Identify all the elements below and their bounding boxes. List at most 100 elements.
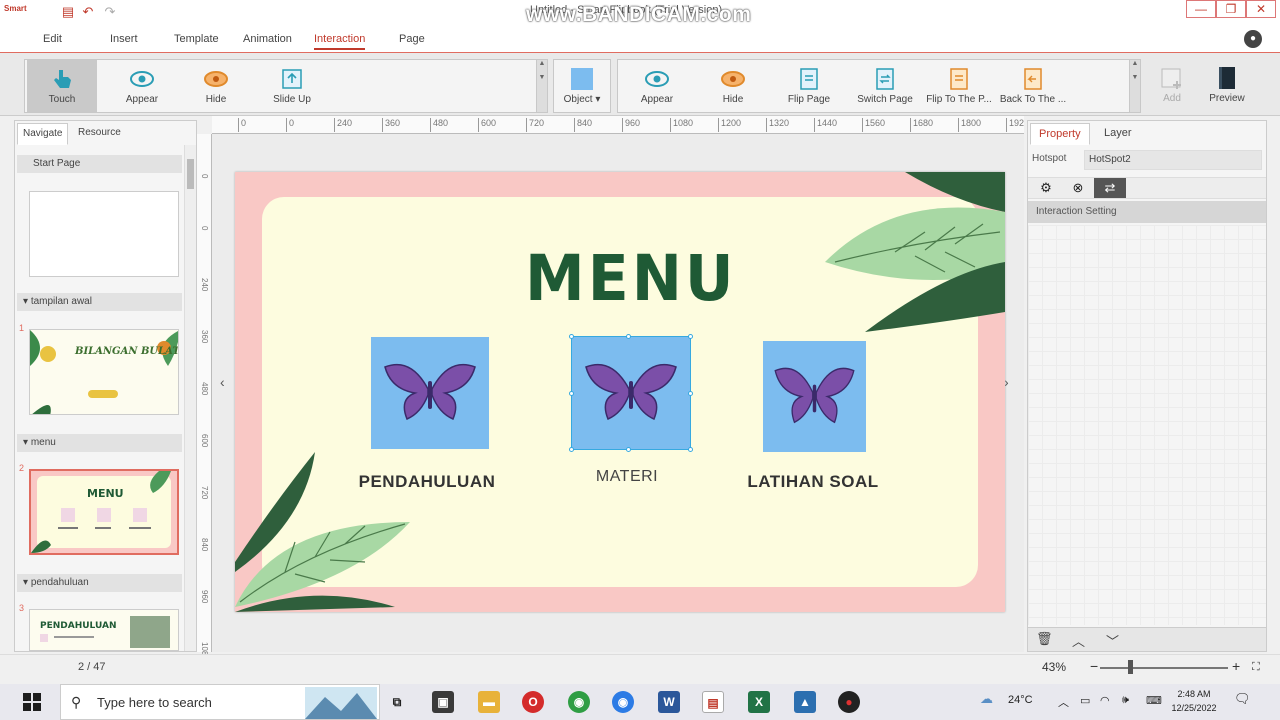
menu-insert[interactable]: Insert <box>110 33 138 45</box>
move-down-icon[interactable]: ﹀ <box>1106 631 1119 650</box>
delete-trash-icon[interactable]: 🗑 <box>1036 631 1053 647</box>
butterfly-icon <box>774 367 855 424</box>
touch-button[interactable]: Touch <box>27 60 97 112</box>
photos-icon[interactable]: ▲ <box>794 691 816 713</box>
start-page-thumbnail[interactable] <box>29 191 179 277</box>
resize-handle[interactable] <box>569 334 574 339</box>
resize-handle[interactable] <box>688 334 693 339</box>
resize-handle[interactable] <box>569 447 574 452</box>
opera-icon[interactable]: O <box>522 691 544 713</box>
interaction-setting-area[interactable] <box>1028 225 1266 625</box>
section-tampilan-awal[interactable]: ▾ tampilan awal <box>17 293 182 311</box>
save-icon[interactable]: ▤ <box>60 4 76 20</box>
zoom-out-icon[interactable]: − <box>1090 658 1098 674</box>
hide-button[interactable]: Hide <box>181 60 251 112</box>
maximize-button[interactable]: ❐ <box>1216 0 1246 18</box>
tray-chevron-icon[interactable]: ︿ <box>1058 694 1069 710</box>
hide-target-button[interactable]: Hide <box>698 60 768 112</box>
tab-navigate[interactable]: Navigate <box>17 123 69 145</box>
fit-screen-icon[interactable]: ⛶ <box>1252 661 1260 674</box>
resize-handle[interactable] <box>626 447 631 452</box>
undo-icon[interactable]: ↶ <box>80 4 96 20</box>
tray-network-icon[interactable]: ▭ <box>1080 694 1090 707</box>
close-button[interactable]: ✕ <box>1246 0 1276 18</box>
word-icon[interactable]: W <box>658 691 680 713</box>
camera-app-icon[interactable]: ▣ <box>432 691 454 713</box>
appear-button[interactable]: Appear <box>107 60 177 112</box>
tile-materi[interactable] <box>569 334 693 452</box>
notification-icon[interactable]: 🗨 <box>1234 691 1251 707</box>
tray-language-icon[interactable]: ⌨ <box>1146 694 1162 707</box>
tray-volume-icon[interactable]: 🕪 <box>1122 694 1129 707</box>
excel-icon[interactable]: X <box>748 691 770 713</box>
hotspot-name-field[interactable]: HotSpot2 <box>1084 150 1262 170</box>
zoom-in-icon[interactable]: + <box>1232 658 1240 674</box>
animation-icon[interactable]: ⊗ <box>1062 178 1094 198</box>
ribbon-group-page-actions: Appear Hide Flip Page Switch Page Flip T… <box>617 59 1141 113</box>
taskbar-clock[interactable]: 2:48 AM 12/25/2022 <box>1166 687 1222 715</box>
task-view-icon[interactable]: ⧉ <box>386 691 408 713</box>
slide-canvas[interactable]: MENU PENDAHULUAN MATERI LATIHAN SOAL <box>235 172 1005 612</box>
tab-resource[interactable]: Resource <box>73 123 126 145</box>
ribbon-scroll-right[interactable]: ▲ ▼ <box>1129 60 1140 112</box>
tab-property[interactable]: Property <box>1030 123 1090 145</box>
tile-pendahuluan[interactable] <box>371 337 489 449</box>
move-up-icon[interactable]: ︿ <box>1072 631 1085 650</box>
flip-page-button[interactable]: Flip Page <box>774 60 844 112</box>
thumbnail-scrollbar[interactable] <box>184 145 196 651</box>
back-to-page-icon <box>1024 68 1042 90</box>
hide-eye-icon <box>204 71 228 87</box>
flipbook-app-icon[interactable]: ▤ <box>702 691 724 713</box>
redo-icon[interactable]: ↷ <box>102 4 118 20</box>
page-number: 3 <box>19 603 25 613</box>
chrome-icon[interactable]: ◉ <box>568 691 590 713</box>
eye-icon <box>645 71 669 87</box>
tab-layer[interactable]: Layer <box>1096 123 1140 145</box>
windows-start-icon[interactable] <box>22 692 42 712</box>
section-menu[interactable]: ▾ menu <box>17 434 182 452</box>
bandicam-record-icon[interactable]: ● <box>838 691 860 713</box>
file-explorer-icon[interactable]: ▬ <box>478 691 500 713</box>
zoom-slider[interactable] <box>1100 667 1228 669</box>
ruler-tick: 840 <box>200 538 209 552</box>
svg-text:BILANGAN BULAT: BILANGAN BULAT <box>74 346 179 357</box>
section-pendahuluan[interactable]: ▾ pendahuluan <box>17 574 182 592</box>
menu-interaction[interactable]: Interaction <box>314 33 366 50</box>
resize-handle[interactable] <box>688 447 693 452</box>
preview-button[interactable]: Preview <box>1200 59 1254 111</box>
settings-gear-icon[interactable]: ⚙ <box>1030 178 1062 198</box>
minimize-button[interactable]: — <box>1186 0 1216 18</box>
back-to-page-button[interactable]: Back To The ... <box>998 60 1068 112</box>
weather-cloud-icon[interactable]: ☁ <box>980 691 993 707</box>
switch-page-button[interactable]: Switch Page <box>850 60 920 112</box>
menu-animation[interactable]: Animation <box>243 33 292 45</box>
weather-temperature[interactable]: 24°C <box>1008 694 1033 706</box>
resize-handle[interactable] <box>569 391 574 396</box>
menu-template[interactable]: Template <box>174 33 219 45</box>
start-page-header[interactable]: Start Page <box>17 155 182 173</box>
flip-to-page-button[interactable]: Flip To The P... <box>924 60 994 112</box>
slide-up-button[interactable]: Slide Up <box>257 60 327 112</box>
resize-handle[interactable] <box>626 334 631 339</box>
page-thumbnail-1[interactable]: BILANGAN BULAT <box>29 329 179 415</box>
tray-wifi-icon[interactable]: ◠ <box>1100 694 1110 707</box>
add-button[interactable]: Add <box>1146 59 1198 111</box>
previous-page-arrow[interactable]: ‹ <box>220 374 225 390</box>
taskbar-search-box[interactable]: ⚲ Type here to search <box>60 684 380 720</box>
resize-handle[interactable] <box>688 391 693 396</box>
tile-latihan-soal[interactable] <box>763 341 866 452</box>
ribbon-group-actions: Touch Appear Hide Slide Up ▲ ▼ <box>24 59 548 113</box>
ribbon-scroll-left[interactable]: ▲ ▼ <box>536 60 547 112</box>
object-dropdown[interactable]: Object ▾ <box>554 60 610 112</box>
zoom-slider-knob[interactable] <box>1128 660 1133 674</box>
chrome-profile-icon[interactable]: ◉ <box>612 691 634 713</box>
appear-target-button[interactable]: Appear <box>622 60 692 112</box>
interaction-icon[interactable]: ⇄ <box>1094 178 1126 198</box>
page-thumbnail-2[interactable]: MENU <box>29 469 179 555</box>
menu-page[interactable]: Page <box>399 33 425 45</box>
page-indicator: 2 / 47 <box>78 661 106 673</box>
page-thumbnail-3[interactable]: PENDAHULUAN <box>29 609 179 651</box>
touch-hand-icon <box>54 70 71 88</box>
user-account-icon[interactable]: ● <box>1244 30 1262 48</box>
menu-edit[interactable]: Edit <box>43 33 62 45</box>
